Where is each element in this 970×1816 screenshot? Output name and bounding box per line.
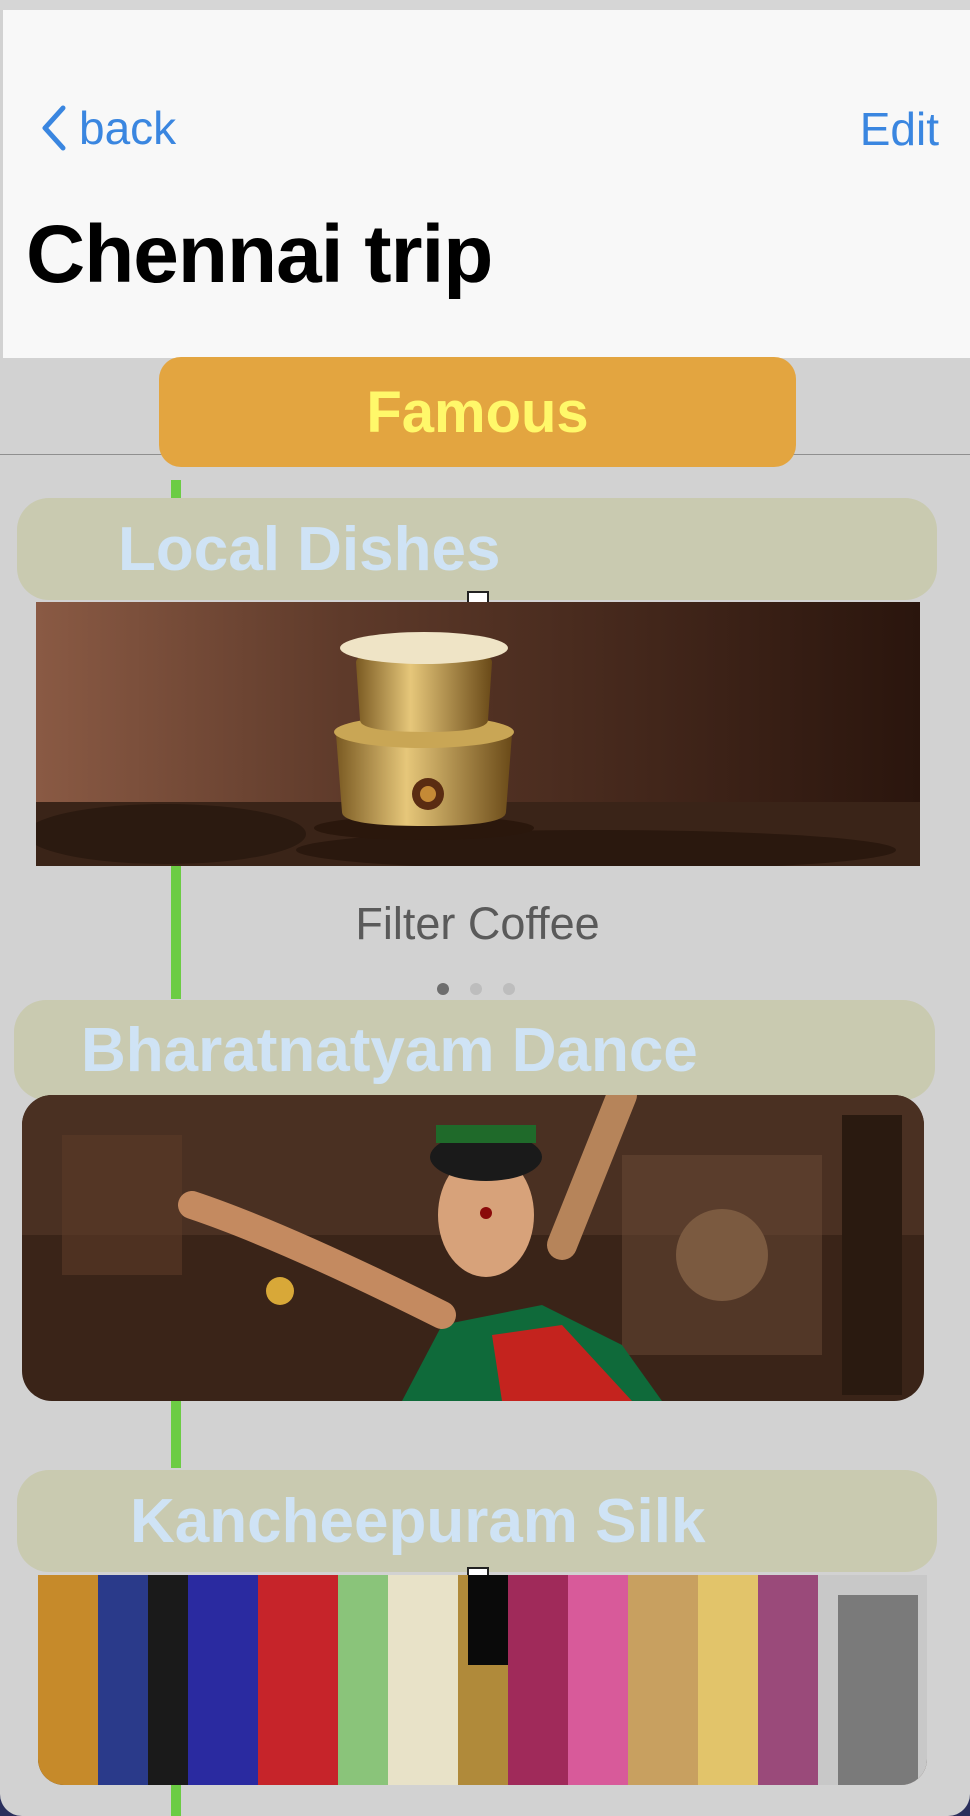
guide-line [171,1400,181,1468]
chevron-left-icon [42,105,66,151]
famous-segment-button[interactable]: Famous [159,357,796,467]
section-header-kancheepuram[interactable]: Kancheepuram Silk [17,1470,937,1572]
screen: back Edit Chennai trip Famous Local Dish… [0,0,970,1816]
section-title: Kancheepuram Silk [130,1486,706,1556]
page-title: Chennai trip [26,209,493,300]
page-dot[interactable] [470,983,482,995]
filter-coffee-illustration [36,602,920,866]
navigation-bar: back Edit Chennai trip [3,10,970,358]
status-strip [0,0,970,10]
filter-coffee-image[interactable] [36,602,920,866]
section-header-bharatnatyam[interactable]: Bharatnatyam Dance [14,1000,935,1100]
page-dot[interactable] [503,983,515,995]
dancer-illustration [22,1095,924,1401]
page-indicator[interactable] [437,983,515,995]
section-title: Local Dishes [118,514,501,584]
back-label: back [79,102,177,154]
section-title: Bharatnatyam Dance [81,1015,698,1085]
edit-button[interactable]: Edit [860,102,939,156]
page-dot[interactable] [437,983,449,995]
silk-shop-illustration [38,1575,927,1785]
kancheepuram-silk-image[interactable] [38,1575,927,1785]
section-header-local-dishes[interactable]: Local Dishes [17,498,937,600]
guide-line [171,1784,181,1816]
card-caption: Filter Coffee [355,898,600,949]
bharatnatyam-image[interactable] [22,1095,924,1401]
back-button[interactable]: back [39,98,176,158]
guide-line [171,480,181,498]
